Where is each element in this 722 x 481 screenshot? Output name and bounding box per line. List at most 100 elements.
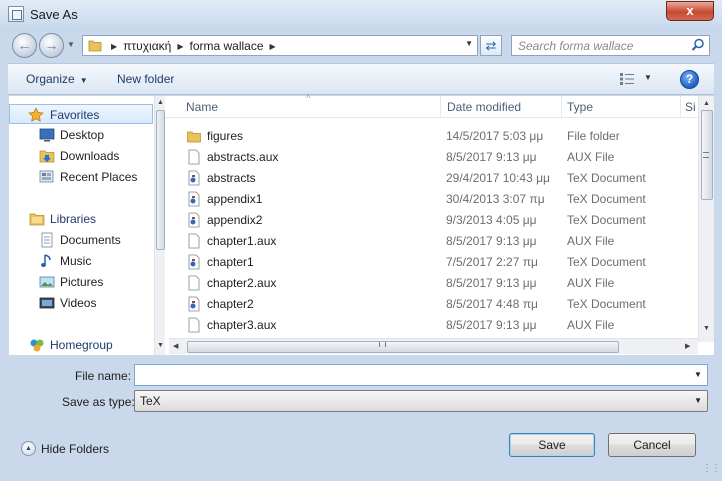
- views-dropdown-icon[interactable]: ▼: [644, 73, 652, 82]
- file-name: abstracts: [207, 171, 256, 185]
- file-name: chapter1.aux: [207, 234, 277, 248]
- file-date: 8/5/2017 4:48 πμ: [446, 297, 538, 311]
- file-row[interactable]: appendix1 30/4/2013 3:07 πμ TeX Document: [165, 189, 703, 210]
- nav-label: Downloads: [60, 149, 120, 163]
- filename-input[interactable]: [134, 364, 708, 386]
- pictures-icon: [39, 276, 55, 288]
- hide-folders-link[interactable]: Hide Folders: [41, 442, 109, 456]
- address-dropdown-icon[interactable]: ▼: [465, 39, 473, 48]
- help-button[interactable]: ?: [680, 70, 699, 89]
- scroll-up-arrow-icon[interactable]: ▲: [157, 99, 164, 106]
- nav-item-pictures[interactable]: Pictures: [9, 272, 153, 292]
- app-icon: [8, 6, 24, 22]
- hide-folders-icon[interactable]: ▲: [21, 441, 36, 456]
- chevron-right-icon[interactable]: ▶: [177, 42, 183, 51]
- file-row[interactable]: figures 14/5/2017 5:03 μμ File folder: [165, 126, 703, 147]
- column-header-size[interactable]: Si: [685, 100, 696, 114]
- search-placeholder: Search forma wallace: [518, 39, 634, 53]
- column-header-type[interactable]: Type: [567, 100, 593, 114]
- tex-document-icon: [188, 296, 200, 312]
- forward-button[interactable]: →: [39, 33, 64, 58]
- scroll-right-arrow-icon[interactable]: ▶: [685, 342, 690, 350]
- nav-item-downloads[interactable]: Downloads: [9, 146, 153, 166]
- nav-item-libraries[interactable]: Libraries: [9, 209, 153, 229]
- forward-arrow-icon: →: [44, 37, 59, 53]
- scroll-down-arrow-icon[interactable]: ▼: [703, 325, 710, 332]
- file-row[interactable]: chapter2.aux 8/5/2017 9:13 μμ AUX File: [165, 273, 703, 294]
- file-date: 8/5/2017 9:13 μμ: [446, 276, 537, 290]
- file-row[interactable]: chapter1 7/5/2017 2:27 πμ TeX Document: [165, 252, 703, 273]
- recent-locations-dropdown[interactable]: ▼: [67, 40, 77, 50]
- file-list-vertical-scrollbar[interactable]: ▲ ▼: [698, 96, 714, 342]
- file-row[interactable]: chapter3.aux 8/5/2017 9:13 μμ AUX File: [165, 315, 703, 336]
- close-button[interactable]: x: [666, 1, 714, 21]
- column-divider[interactable]: [440, 96, 441, 118]
- file-row[interactable]: chapter2 8/5/2017 4:48 πμ TeX Document: [165, 294, 703, 315]
- file-date: 8/5/2017 9:13 μμ: [446, 234, 537, 248]
- column-header-row: ˄ Name Date modified Type Si: [165, 92, 703, 118]
- nav-item-videos[interactable]: Videos: [9, 293, 153, 313]
- scrollbar-grip: [379, 342, 386, 347]
- savetype-label: Save as type:: [62, 395, 135, 409]
- scroll-up-arrow-icon[interactable]: ▲: [703, 100, 710, 107]
- file-name: abstracts.aux: [207, 150, 279, 164]
- window-title: Save As: [30, 7, 78, 22]
- search-icon[interactable]: [691, 38, 705, 52]
- column-divider[interactable]: [561, 96, 562, 118]
- libraries-icon: [29, 213, 45, 226]
- file-row[interactable]: appendix2 9/3/2013 4:05 μμ TeX Document: [165, 210, 703, 231]
- scrollbar-thumb[interactable]: [156, 110, 165, 250]
- nav-label: Pictures: [60, 275, 104, 289]
- nav-item-music[interactable]: Music: [9, 251, 153, 271]
- chevron-right-icon[interactable]: ▶: [270, 42, 276, 51]
- file-type: TeX Document: [567, 255, 646, 269]
- view-options-icon[interactable]: [619, 72, 635, 86]
- address-bar[interactable]: ▶ πτυχιακή ▶ forma wallace ▶ ▼: [82, 35, 478, 56]
- save-as-type-value: TeX: [140, 394, 161, 408]
- organize-button[interactable]: Organize ▼: [26, 72, 88, 86]
- scroll-down-arrow-icon[interactable]: ▼: [157, 342, 164, 349]
- file-row[interactable]: chapter1.aux 8/5/2017 9:13 μμ AUX File: [165, 231, 703, 252]
- column-header-name[interactable]: Name: [186, 100, 218, 114]
- file-list-horizontal-scrollbar[interactable]: ◀ ▶: [169, 338, 698, 354]
- cancel-button[interactable]: Cancel: [608, 433, 696, 457]
- column-divider[interactable]: [680, 96, 681, 118]
- file-row[interactable]: abstracts 29/4/2017 10:43 μμ TeX Documen…: [165, 168, 703, 189]
- file-type: AUX File: [567, 318, 615, 332]
- scrollbar-thumb[interactable]: [187, 341, 619, 353]
- back-button[interactable]: ←: [12, 33, 37, 58]
- file-row[interactable]: abstracts.aux 8/5/2017 9:13 μμ AUX File: [165, 147, 703, 168]
- videos-icon: [39, 297, 55, 309]
- nav-item-recent-places[interactable]: Recent Places: [9, 167, 153, 187]
- refresh-button[interactable]: ⇄: [480, 35, 502, 56]
- navigation-scrollbar[interactable]: ▲ ▼: [154, 96, 165, 355]
- tex-document-icon: [188, 191, 200, 207]
- search-input[interactable]: Search forma wallace: [511, 35, 710, 56]
- tex-document-icon: [188, 170, 200, 186]
- chevron-down-icon: ▼: [79, 76, 88, 85]
- save-button[interactable]: Save: [509, 433, 595, 457]
- nav-item-documents[interactable]: Documents: [9, 230, 153, 250]
- folder-icon: [88, 40, 102, 52]
- file-type: AUX File: [567, 150, 615, 164]
- breadcrumb-item[interactable]: forma wallace: [189, 39, 263, 53]
- file-name: chapter1: [207, 255, 254, 269]
- file-date: 30/4/2013 3:07 πμ: [446, 192, 545, 206]
- nav-item-homegroup[interactable]: Homegroup: [9, 335, 153, 355]
- column-header-date[interactable]: Date modified: [447, 100, 521, 114]
- resize-grip-icon[interactable]: ⋮⋮: [702, 463, 721, 479]
- chevron-right-icon[interactable]: ▶: [111, 42, 117, 51]
- save-as-type-select[interactable]: TeX ▼: [134, 390, 708, 412]
- scroll-left-arrow-icon[interactable]: ◀: [173, 342, 178, 350]
- filename-dropdown-icon[interactable]: ▼: [694, 370, 702, 379]
- nav-item-desktop[interactable]: Desktop: [9, 125, 153, 145]
- file-icon: [188, 233, 200, 249]
- chevron-down-icon: ▼: [694, 396, 702, 405]
- file-date: 8/5/2017 9:13 μμ: [446, 318, 537, 332]
- nav-item-favorites[interactable]: Favorites: [9, 104, 153, 124]
- breadcrumb-item[interactable]: πτυχιακή: [123, 39, 171, 53]
- file-name: figures: [207, 129, 244, 143]
- file-type: File folder: [567, 129, 620, 143]
- new-folder-button[interactable]: New folder: [117, 72, 174, 86]
- file-date: 14/5/2017 5:03 μμ: [446, 129, 544, 143]
